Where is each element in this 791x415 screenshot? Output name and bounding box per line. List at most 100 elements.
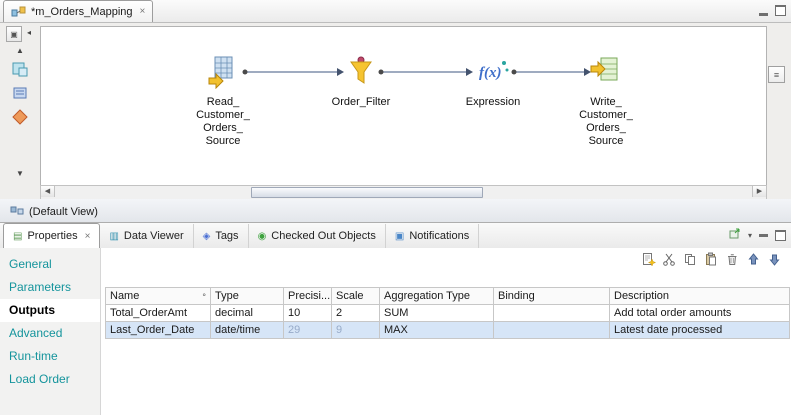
node-expression[interactable]: f(x) Expression xyxy=(447,55,539,109)
collapse-palette-icon[interactable]: ◂ xyxy=(24,28,34,41)
node-label: Order_Filter xyxy=(331,96,391,108)
column-header-binding[interactable]: Binding xyxy=(493,287,610,305)
view-tab-label: (Default View) xyxy=(29,205,98,218)
column-header-type[interactable]: Type xyxy=(210,287,284,305)
minimize-view-icon[interactable] xyxy=(759,233,768,237)
column-header-precision[interactable]: Precisi... xyxy=(283,287,332,305)
svg-text:f(x): f(x) xyxy=(479,65,502,81)
copy-icon[interactable] xyxy=(682,251,699,268)
cell-precision[interactable]: 29 xyxy=(283,321,332,339)
tab-label: Notifications xyxy=(409,230,470,242)
checked-out-tab-icon: ◉ xyxy=(257,230,267,242)
tab-label: Tags xyxy=(215,230,239,242)
properties-tab-icon: ▤ xyxy=(13,230,23,242)
properties-tabbar: ▤ Properties × ▥ Data Viewer ◈ Tags ◉ Ch… xyxy=(0,223,791,249)
node-write-customer-orders-source[interactable]: Write_ Customer_ Orders_ Source xyxy=(560,55,652,148)
view-menu-icon[interactable]: ▾ xyxy=(748,231,752,240)
table-row[interactable]: Last_Order_Date date/time 29 9 MAX Lates… xyxy=(105,321,790,339)
tab-data-viewer[interactable]: ▥ Data Viewer xyxy=(100,224,194,248)
column-header-name[interactable]: Name ° xyxy=(105,287,211,305)
editor-tab-m-orders-mapping[interactable]: *m_Orders_Mapping × xyxy=(3,0,154,22)
node-label: Expression xyxy=(465,96,521,108)
read-source-icon xyxy=(206,55,240,90)
transformation-icon-1[interactable] xyxy=(12,61,28,80)
table-row[interactable]: Total_OrderAmt decimal 10 2 SUM Add tota… xyxy=(105,304,790,322)
view-tab-icon xyxy=(10,204,24,220)
column-label: Name xyxy=(110,290,140,302)
node-label: Read_ Customer_ Orders_ Source xyxy=(196,96,250,147)
outputs-panel: Name ° Type Precisi... Scale Aggregation… xyxy=(101,248,791,415)
filter-icon xyxy=(344,55,378,89)
delete-icon[interactable] xyxy=(724,251,741,268)
cell-type[interactable]: date/time xyxy=(210,321,284,339)
scrollbar-thumb[interactable] xyxy=(251,187,483,198)
cell-scale[interactable]: 2 xyxy=(331,304,380,322)
minimize-icon[interactable] xyxy=(759,13,768,16)
sidebar-item-parameters[interactable]: Parameters xyxy=(0,276,100,299)
maximize-view-icon[interactable] xyxy=(775,229,786,241)
sidebar-item-general[interactable]: General xyxy=(0,253,100,276)
view-tabbar: (Default View) xyxy=(0,199,791,223)
cell-aggregation-type[interactable]: SUM xyxy=(379,304,494,322)
node-order-filter[interactable]: Order_Filter xyxy=(315,55,407,109)
cell-type[interactable]: decimal xyxy=(210,304,284,322)
cell-description[interactable]: Latest date processed xyxy=(609,321,790,339)
mapping-canvas[interactable]: Read_ Customer_ Orders_ Source Order_Fil… xyxy=(40,26,767,186)
cell-name[interactable]: Last_Order_Date xyxy=(105,321,211,339)
application-window: *m_Orders_Mapping × ▣ ◂ ▲ ▼ Read_ Custom… xyxy=(0,0,791,415)
table-header-row: Name ° Type Precisi... Scale Aggregation… xyxy=(105,287,790,305)
column-header-aggregation-type[interactable]: Aggregation Type xyxy=(379,287,494,305)
mapping-tab-icon xyxy=(11,5,26,19)
scroll-right-icon[interactable]: ▶ xyxy=(752,186,766,197)
sidebar-item-outputs[interactable]: Outputs xyxy=(0,299,100,322)
node-read-customer-orders-source[interactable]: Read_ Customer_ Orders_ Source xyxy=(177,55,269,148)
tab-label: Properties xyxy=(27,230,78,242)
restore-view-icon[interactable] xyxy=(729,228,741,242)
data-viewer-tab-icon: ▥ xyxy=(109,230,119,242)
palette-scroll-up-icon[interactable]: ▲ xyxy=(9,46,31,59)
default-view-tab[interactable]: (Default View) xyxy=(2,201,106,222)
expression-icon: f(x) xyxy=(476,55,510,89)
move-up-icon[interactable] xyxy=(745,251,762,268)
canvas-horizontal-scrollbar[interactable]: ◀ ▶ xyxy=(40,185,767,200)
palette-toggle-icon[interactable]: ▣ xyxy=(6,26,22,42)
tab-notifications[interactable]: ▣ Notifications xyxy=(386,224,480,248)
palette-strip: ▣ ◂ ▲ ▼ xyxy=(2,26,38,184)
close-icon[interactable]: × xyxy=(85,231,91,242)
cell-name[interactable]: Total_OrderAmt xyxy=(105,304,211,322)
write-target-icon xyxy=(589,55,623,89)
transformation-icon-3[interactable] xyxy=(12,109,28,128)
cell-scale[interactable]: 9 xyxy=(331,321,380,339)
tab-label: Data Viewer xyxy=(123,230,184,242)
tab-checked-out-objects[interactable]: ◉ Checked Out Objects xyxy=(249,224,386,248)
outline-icon[interactable]: ≡ xyxy=(768,66,785,83)
transformation-icon-2[interactable] xyxy=(12,85,28,104)
tab-tags[interactable]: ◈ Tags xyxy=(194,224,249,248)
sort-icon: ° xyxy=(202,292,206,302)
move-down-icon[interactable] xyxy=(766,251,783,268)
paste-icon[interactable] xyxy=(703,251,720,268)
tab-label: Checked Out Objects xyxy=(271,230,376,242)
tab-properties[interactable]: ▤ Properties × xyxy=(3,223,101,248)
column-header-scale[interactable]: Scale xyxy=(331,287,380,305)
properties-body: General Parameters Outputs Advanced Run-… xyxy=(0,248,791,415)
maximize-icon[interactable] xyxy=(775,5,786,16)
editor-tab-title: *m_Orders_Mapping xyxy=(31,5,133,18)
outputs-table: Name ° Type Precisi... Scale Aggregation… xyxy=(105,287,790,339)
sidebar-item-load-order[interactable]: Load Order xyxy=(0,368,100,391)
new-output-icon[interactable] xyxy=(640,251,657,268)
cell-binding[interactable] xyxy=(493,304,610,322)
scroll-left-icon[interactable]: ◀ xyxy=(41,186,55,197)
tags-tab-icon: ◈ xyxy=(202,230,211,242)
sidebar-item-advanced[interactable]: Advanced xyxy=(0,322,100,345)
column-header-description[interactable]: Description xyxy=(609,287,790,305)
cell-description[interactable]: Add total order amounts xyxy=(609,304,790,322)
palette-scroll-down-icon[interactable]: ▼ xyxy=(9,169,31,182)
cut-icon[interactable] xyxy=(661,251,678,268)
sidebar-item-run-time[interactable]: Run-time xyxy=(0,345,100,368)
cell-aggregation-type[interactable]: MAX xyxy=(379,321,494,339)
cell-binding[interactable] xyxy=(493,321,610,339)
notifications-tab-icon: ▣ xyxy=(394,230,405,242)
close-icon[interactable]: × xyxy=(140,6,146,17)
cell-precision[interactable]: 10 xyxy=(283,304,332,322)
